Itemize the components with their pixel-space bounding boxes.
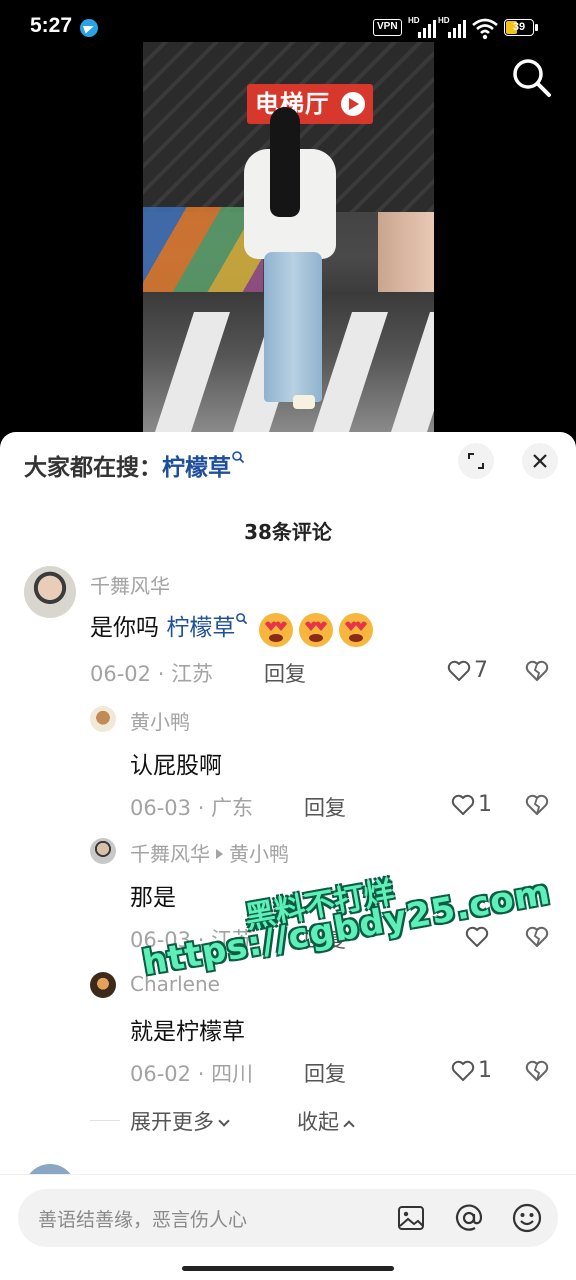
comment-user[interactable]: 千舞风华 黄小鸭 [130, 838, 289, 867]
heart-icon [447, 660, 471, 681]
avatar[interactable] [24, 566, 76, 618]
video-person [238, 107, 338, 409]
comment-input[interactable]: 善语结善缘，恶言伤人心 [18, 1189, 558, 1247]
like-count: 1 [478, 792, 492, 817]
emoji-icon[interactable] [508, 1199, 546, 1237]
video-wall [378, 212, 434, 302]
comment-text: 是你吗 柠檬草 [90, 608, 376, 648]
comment-user[interactable]: 黄小鸭 [130, 706, 190, 735]
arrow-right-icon [341, 92, 365, 116]
signal-icon-2: HD [438, 16, 466, 38]
suggest-keyword[interactable]: 柠檬草 [162, 455, 231, 481]
heart-icon [451, 794, 475, 815]
battery-cap [535, 24, 538, 31]
status-time: 5:27 [30, 14, 73, 37]
fullscreen-button[interactable] [458, 443, 494, 479]
comment-sheet: 大家都在搜：柠檬草 38条评论 千舞风华 是你吗 柠檬草 06-02 · 江苏 … [0, 432, 576, 1280]
like-count: 7 [474, 658, 488, 683]
broken-heart-icon[interactable] [524, 792, 550, 818]
comment-user[interactable]: 千舞风华 [90, 570, 170, 599]
avatar[interactable] [90, 838, 116, 864]
comment-meta: 06-03 · 广东 [130, 796, 254, 820]
comment-input-bar: 善语结善缘，恶言伤人心 [0, 1174, 576, 1280]
reply-button[interactable]: 回复 [304, 1058, 346, 1088]
close-button[interactable] [522, 443, 558, 479]
search-suggestion[interactable]: 大家都在搜：柠檬草 [24, 448, 245, 482]
comment-input-placeholder: 善语结善缘，恶言伤人心 [38, 1209, 248, 1231]
comment-text: 认屁股啊 [130, 753, 222, 779]
heart-icon [451, 1060, 475, 1081]
small-search-icon [232, 451, 245, 464]
like-button[interactable]: 1 [450, 1058, 510, 1086]
comment-meta: 06-03 · 江苏 [130, 928, 254, 952]
search-icon[interactable] [510, 56, 552, 98]
comment-text: 那是 [130, 885, 176, 911]
vpn-badge: VPN [373, 19, 402, 36]
reply-button[interactable]: 回复 [304, 792, 346, 822]
chevron-down-icon [218, 1115, 230, 1127]
collapse-button[interactable]: 收起 [297, 1106, 355, 1136]
video-player[interactable]: 电梯厅 [143, 42, 434, 432]
expand-more-button[interactable]: 展开更多 [130, 1106, 230, 1136]
heart-eyes-emoji-icon [258, 612, 293, 647]
home-indicator[interactable] [182, 1266, 394, 1271]
battery-icon: 39 [504, 19, 534, 36]
chevron-up-icon [343, 1120, 355, 1132]
heart-eyes-emoji-icon [298, 612, 333, 647]
like-button[interactable]: 7 [446, 658, 506, 686]
signal-icon: HD [408, 16, 436, 38]
like-button[interactable]: 1 [450, 792, 510, 820]
suggest-prefix: 大家都在搜： [24, 455, 162, 481]
small-search-icon [236, 613, 248, 625]
broken-heart-icon[interactable] [524, 658, 550, 684]
reply-button[interactable]: 回复 [304, 924, 346, 954]
broken-heart-icon[interactable] [524, 1058, 550, 1084]
comment-meta: 06-02 · 四川 [130, 1062, 254, 1086]
comment-text: 就是柠檬草 [130, 1019, 245, 1045]
wifi-icon [472, 18, 498, 40]
broken-heart-icon[interactable] [524, 924, 550, 950]
comment-meta: 06-02 · 江苏 [90, 662, 214, 686]
avatar[interactable] [90, 972, 116, 998]
avatar[interactable] [90, 706, 116, 732]
keyword-link[interactable]: 柠檬草 [166, 615, 235, 641]
divider [90, 1120, 120, 1121]
close-icon [533, 454, 547, 468]
telegram-icon [80, 19, 98, 37]
like-count: 1 [478, 1058, 492, 1083]
expand-icon [468, 453, 484, 469]
reply-button[interactable]: 回复 [264, 658, 306, 688]
heart-icon [465, 926, 489, 947]
heart-eyes-emoji-icon [338, 612, 373, 647]
like-button[interactable] [464, 924, 524, 952]
comment-user[interactable]: Charlene [130, 972, 220, 996]
reply-arrow-icon [216, 849, 223, 859]
comment-count: 38条评论 [244, 520, 332, 544]
at-icon[interactable] [450, 1199, 488, 1237]
image-icon[interactable] [392, 1199, 430, 1237]
